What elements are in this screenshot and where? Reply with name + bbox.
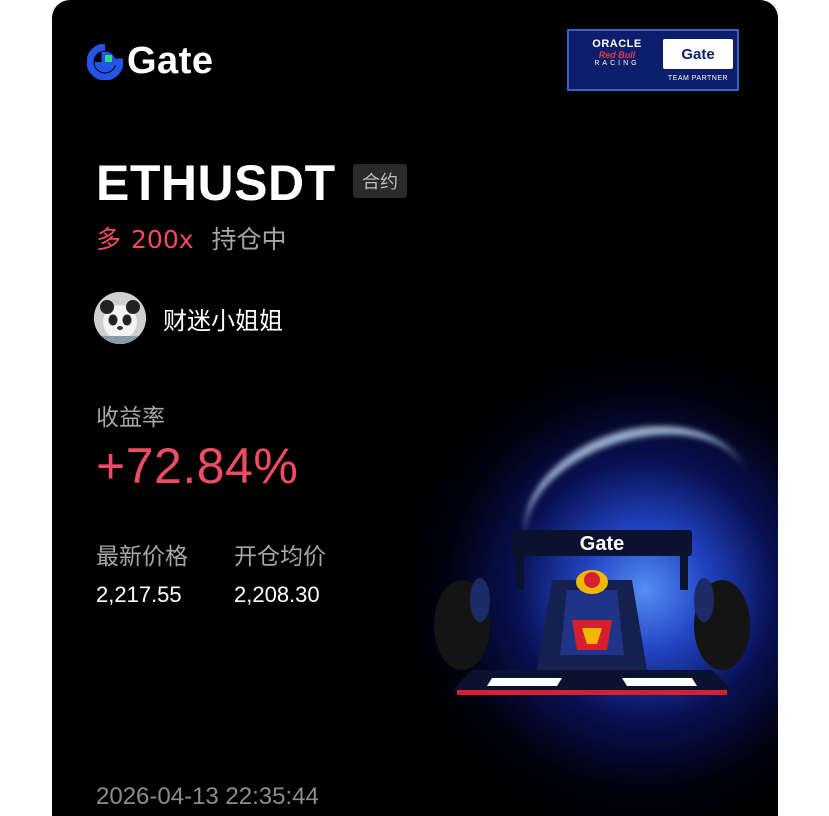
timestamp: 2026-04-13 22:35:44 xyxy=(96,783,319,810)
sponsor-racing-text: RACING xyxy=(594,60,640,67)
sponsor-partner-text: TEAM PARTNER xyxy=(667,75,729,82)
car-livery-text: Gate xyxy=(580,533,624,555)
brand-name: Gate xyxy=(127,40,214,82)
position-leverage: 200x xyxy=(131,225,194,254)
last-price-label: 最新价格 xyxy=(96,544,188,570)
share-card: Gate ORACLE Red Bull RACING Gate TEAM PA… xyxy=(52,0,778,816)
sponsor-team-logo: ORACLE Red Bull RACING xyxy=(577,38,657,67)
contract-tag: 合约 xyxy=(353,164,407,198)
panda-avatar-icon xyxy=(94,292,146,344)
sponsor-badge: ORACLE Red Bull RACING Gate TEAM PARTNER xyxy=(567,29,739,91)
last-price-value: 2,217.55 xyxy=(96,582,182,607)
roi-value: +72.84% xyxy=(96,438,299,494)
position-status: 持仓中 xyxy=(211,225,287,254)
sponsor-oracle-text: ORACLE xyxy=(592,38,642,50)
sponsor-redbull-text: Red Bull xyxy=(598,50,636,60)
user-name: 财迷小姐姐 xyxy=(163,306,283,335)
user-info: 财迷小姐姐 xyxy=(94,292,283,344)
gate-logo: Gate xyxy=(87,40,213,83)
entry-price-value: 2,208.30 xyxy=(234,582,320,607)
sponsor-gate-text: Gate xyxy=(681,45,715,63)
sponsor-gate-logo: Gate xyxy=(663,39,733,69)
position-side: 多 xyxy=(96,225,122,254)
roi-label: 收益率 xyxy=(96,405,165,431)
entry-price-label: 开仓均价 xyxy=(234,544,326,570)
gate-logo-icon xyxy=(87,43,123,80)
position-direction: 多 200x 持仓中 xyxy=(96,220,287,256)
f1-car-image: Gate xyxy=(434,530,750,695)
trading-pair: ETHUSDT xyxy=(96,155,336,211)
